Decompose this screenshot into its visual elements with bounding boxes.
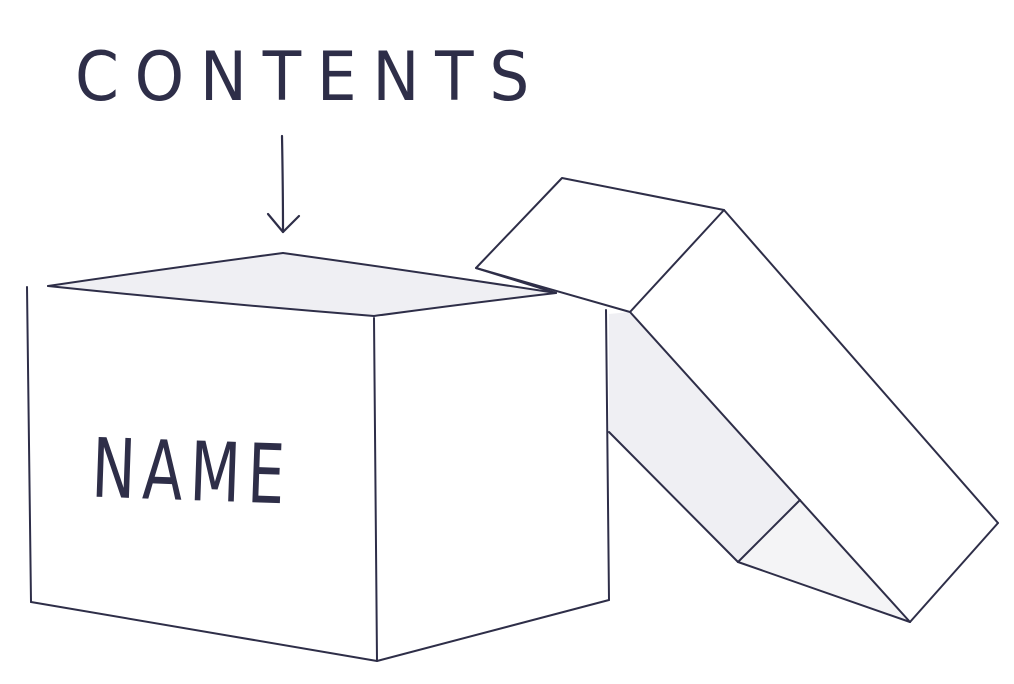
lid-inner-side <box>609 312 800 562</box>
box-edge-right <box>605 309 610 601</box>
box-diagram: CONTENTS NAME <box>26 38 999 662</box>
lid-far-end <box>909 522 999 623</box>
arrow-head-right <box>281 214 301 234</box>
arrow-down-icon <box>266 134 301 234</box>
box-bottom-right <box>376 599 610 662</box>
box-interior <box>48 253 556 316</box>
name-label: NAME <box>90 422 293 524</box>
arrow-head-left <box>266 212 285 234</box>
contents-label: CONTENTS <box>75 38 545 117</box>
box-bottom-left <box>30 601 378 662</box>
box-edge-left <box>26 286 32 603</box>
arrow-shaft <box>280 134 285 232</box>
box-edge-middle <box>373 317 378 662</box>
